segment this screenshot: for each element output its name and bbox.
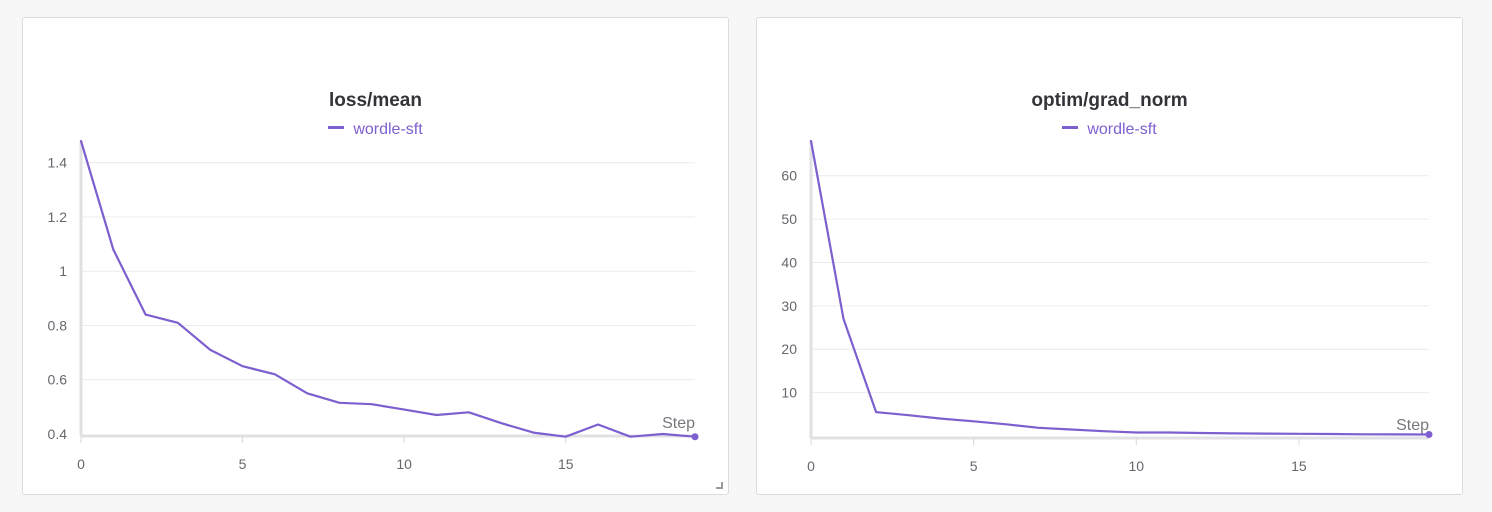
chart-panel-loss-mean[interactable]: loss/mean wordle-sft 0.4 0.6 0.8 1 1.2 1.4 0 5 1… bbox=[22, 17, 729, 495]
y-tick-label: 1 bbox=[59, 263, 67, 279]
x-tick-label: 5 bbox=[970, 458, 978, 474]
series-end-point bbox=[1425, 430, 1433, 438]
chart-plot-area[interactable]: 10 20 30 40 50 60 0 5 10 15 Step bbox=[757, 18, 1464, 496]
y-tick-label: 0.8 bbox=[48, 317, 68, 333]
y-tick-label: 30 bbox=[781, 298, 797, 314]
y-tick-label: 1.2 bbox=[48, 209, 68, 225]
x-axis-title: Step bbox=[662, 415, 695, 432]
chart-plot-area[interactable]: 0.4 0.6 0.8 1 1.2 1.4 0 5 10 15 Step bbox=[23, 18, 730, 496]
x-tick-label: 5 bbox=[239, 456, 247, 472]
y-tick-label: 20 bbox=[781, 341, 797, 357]
series-end-point bbox=[691, 433, 699, 441]
y-tick-label: 40 bbox=[781, 254, 797, 270]
y-tick-label: 50 bbox=[781, 211, 797, 227]
series-line-wordle-sft bbox=[809, 139, 1431, 436]
y-tick-label: 1.4 bbox=[48, 155, 68, 171]
chart-panel-grad-norm[interactable]: optim/grad_norm wordle-sft 10 20 30 40 50 60 0… bbox=[756, 17, 1463, 495]
y-tick-label: 0.4 bbox=[48, 426, 68, 442]
x-tick-label: 15 bbox=[1291, 458, 1307, 474]
y-tick-label: 0.6 bbox=[48, 372, 68, 388]
y-tick-label: 60 bbox=[781, 168, 797, 184]
x-tick-label: 0 bbox=[77, 456, 85, 472]
series-line-wordle-sft bbox=[79, 139, 697, 438]
x-tick-label: 0 bbox=[807, 458, 815, 474]
x-tick-label: 10 bbox=[396, 456, 412, 472]
x-tick-label: 15 bbox=[558, 456, 574, 472]
x-axis-title: Step bbox=[1396, 417, 1429, 434]
x-tick-label: 10 bbox=[1128, 458, 1144, 474]
y-tick-label: 10 bbox=[781, 385, 797, 401]
resize-handle[interactable] bbox=[716, 482, 723, 489]
